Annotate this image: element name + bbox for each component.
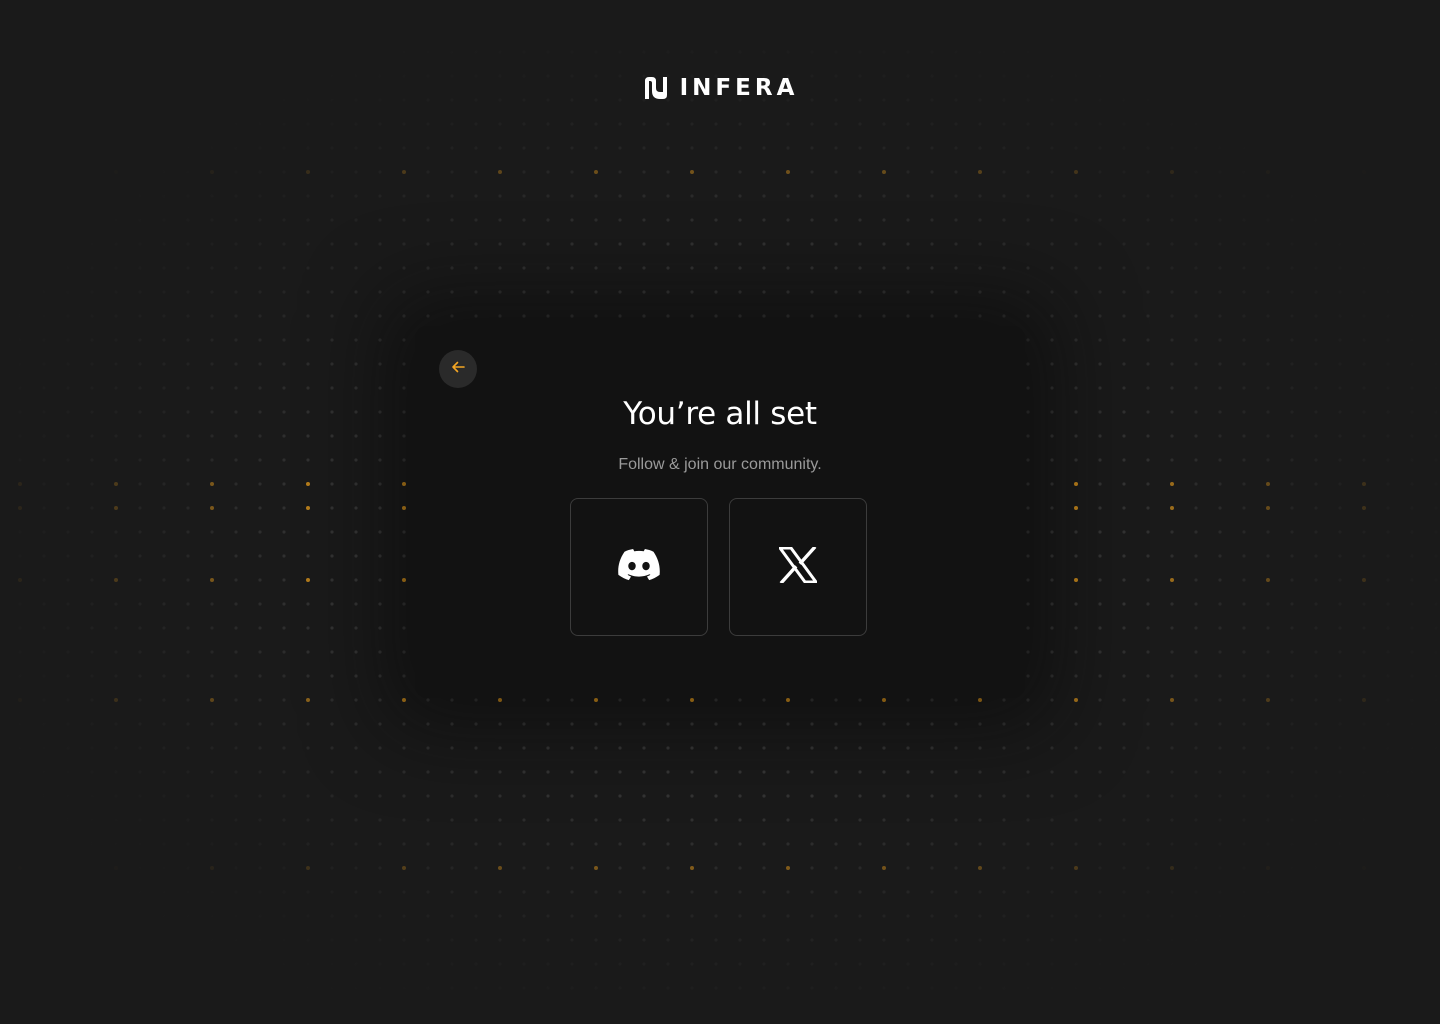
onboarding-complete-page: INFERA You’re all set Follow & join our … — [0, 0, 1440, 1024]
brand-logo: INFERA — [0, 74, 1440, 102]
back-button[interactable] — [439, 350, 477, 388]
arrow-left-icon — [450, 359, 466, 380]
x-twitter-button[interactable] — [729, 498, 867, 636]
completion-card: You’re all set Follow & join our communi… — [415, 326, 1025, 698]
social-links — [570, 498, 867, 636]
infera-logo-icon — [642, 74, 670, 102]
x-twitter-icon — [777, 545, 819, 588]
discord-button[interactable] — [570, 498, 708, 636]
page-subtitle: Follow & join our community. — [618, 456, 822, 473]
discord-icon — [618, 548, 660, 586]
brand-name: INFERA — [679, 75, 799, 101]
page-title: You’re all set — [623, 396, 817, 432]
